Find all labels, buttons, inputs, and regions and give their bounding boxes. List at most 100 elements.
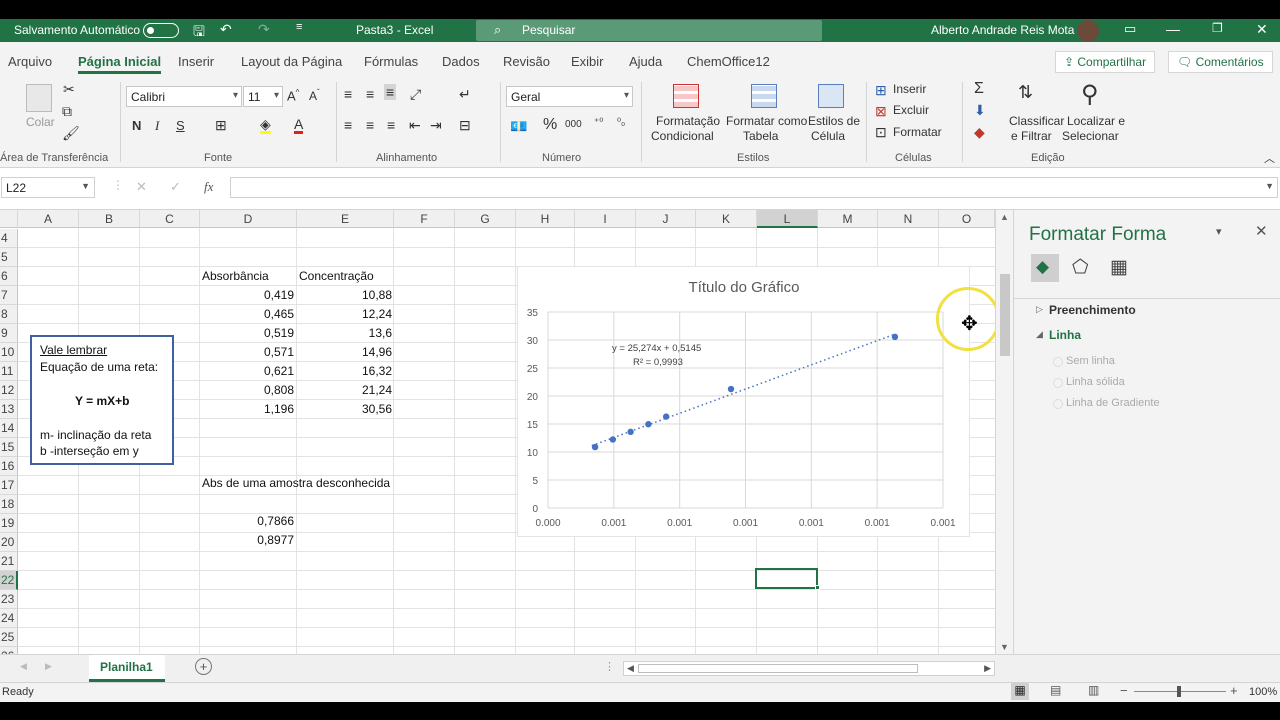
format-cells-button[interactable]: Formatar	[893, 125, 942, 139]
col-header[interactable]: B	[79, 210, 140, 228]
fill-icon[interactable]: ⬇	[974, 102, 986, 119]
option-solid-line[interactable]: Linha sólida	[1066, 376, 1125, 388]
scroll-thumb[interactable]	[1000, 274, 1010, 356]
row-header[interactable]: 12	[0, 381, 18, 400]
format-cells-icon[interactable]: ⊡	[875, 124, 887, 141]
font-color-icon[interactable]: A	[294, 117, 304, 134]
underline-button[interactable]: S	[176, 118, 185, 133]
page-layout-icon[interactable]: ▤	[1050, 683, 1061, 697]
sort-label-1[interactable]: Classificar	[1009, 114, 1064, 128]
cell-e6[interactable]: Concentração	[299, 267, 374, 286]
row-header[interactable]: 20	[0, 533, 18, 552]
row-header[interactable]: 22	[0, 571, 18, 590]
add-sheet-icon[interactable]: +	[195, 658, 212, 675]
font-name-select[interactable]: Calibri ▾	[126, 86, 242, 107]
align-left-icon[interactable]: ≡	[344, 117, 352, 133]
row-header[interactable]: 8	[0, 305, 18, 324]
size-properties-icon[interactable]: ▦	[1110, 256, 1128, 279]
row-header[interactable]: 17	[0, 476, 18, 495]
zoom-out-icon[interactable]: −	[1120, 683, 1128, 698]
conditional-formatting-icon[interactable]	[673, 84, 699, 108]
cell-absorbance[interactable]: 0,419	[200, 286, 294, 305]
decrease-indent-icon[interactable]: ⇤	[409, 117, 421, 134]
sort-filter-icon[interactable]: ⇅	[1018, 82, 1033, 103]
cell-d17[interactable]: Abs de uma amostra desconhecida	[202, 474, 390, 493]
orientation-icon[interactable]: ⤢	[410, 86, 421, 103]
increase-decimal-icon[interactable]: ⁺⁰	[594, 117, 603, 128]
tab-chemoffice[interactable]: ChemOffice12	[687, 54, 770, 69]
fill-section[interactable]: Preenchimento	[1049, 303, 1136, 317]
row-header[interactable]: 9	[0, 324, 18, 343]
format-painter-icon[interactable]: 🖌	[62, 125, 80, 142]
align-right-icon[interactable]: ≡	[387, 117, 395, 133]
cond-fmt-label-2[interactable]: Condicional	[651, 129, 714, 143]
zoom-slider-thumb[interactable]	[1177, 686, 1181, 697]
cell-absorbance[interactable]: 1,196	[200, 400, 294, 419]
customize-toolbar-icon[interactable]: ≡	[296, 21, 302, 33]
tab-exibir[interactable]: Exibir	[571, 54, 604, 69]
formula-input[interactable]	[230, 177, 1278, 198]
cell-absorbance[interactable]: 0,621	[200, 362, 294, 381]
chart-area[interactable]: Título do Gráfico 0 5 10 15 20 25 30 35 0.000 0.00…	[517, 266, 970, 537]
row-header[interactable]: 26	[0, 647, 18, 654]
cell-absorbance[interactable]: 0,519	[200, 324, 294, 343]
normal-view-icon[interactable]: ▦	[1011, 683, 1029, 700]
selected-cell[interactable]	[755, 568, 818, 589]
row-header[interactable]: 4	[0, 229, 18, 248]
insert-cells-icon[interactable]: ⊞	[875, 82, 887, 99]
row-header[interactable]: 21	[0, 552, 18, 571]
align-bottom-icon[interactable]: ≡	[384, 84, 397, 100]
cancel-icon[interactable]: ✕	[136, 179, 147, 195]
insert-function-icon[interactable]: fx	[204, 179, 213, 195]
grow-font-icon[interactable]: A^	[287, 88, 299, 103]
select-all-corner[interactable]	[0, 210, 18, 228]
align-center-icon[interactable]: ≡	[366, 117, 374, 133]
cell-concentration[interactable]: 12,24	[297, 305, 392, 324]
collapse-ribbon-icon[interactable]: ︿	[1264, 150, 1275, 166]
vertical-scrollbar[interactable]: ▲ ▼	[995, 210, 1013, 654]
tab-pagina-inicial[interactable]: Página Inicial	[78, 54, 162, 74]
row-header[interactable]: 25	[0, 628, 18, 647]
tab-inserir[interactable]: Inserir	[178, 54, 214, 69]
note-textbox[interactable]: Vale lembrar Equação de uma reta: Y = mX…	[30, 335, 174, 465]
find-label-2[interactable]: Selecionar	[1062, 129, 1119, 143]
line-section[interactable]: Linha	[1049, 328, 1081, 342]
comments-button[interactable]: 🗨 Comentários	[1168, 51, 1273, 73]
radio-gradient-line[interactable]	[1053, 399, 1063, 409]
copy-icon[interactable]: ⧉	[62, 103, 72, 120]
tab-dados[interactable]: Dados	[442, 54, 480, 69]
ribbon-display-icon[interactable]: ▭	[1124, 21, 1136, 37]
minimize-icon[interactable]: —	[1166, 21, 1180, 37]
next-sheet-icon[interactable]: ▶	[45, 661, 52, 672]
cell-styles-icon[interactable]	[818, 84, 844, 108]
horizontal-scrollbar[interactable]: ◀ ▶	[623, 661, 995, 676]
close-pane-icon[interactable]: ✕	[1255, 222, 1268, 240]
name-box[interactable]: L22 ▼	[1, 177, 95, 198]
cell-d6[interactable]: Absorbância	[202, 267, 269, 286]
cell-concentration[interactable]: 10,88	[297, 286, 392, 305]
row-header[interactable]: 7	[0, 286, 18, 305]
cell-unknown-abs[interactable]: 0,8977	[200, 531, 294, 550]
find-select-icon[interactable]: ⚲	[1081, 80, 1099, 109]
col-header[interactable]: N	[878, 210, 939, 228]
scroll-left-icon[interactable]: ◀	[627, 663, 634, 674]
avatar[interactable]	[1077, 20, 1099, 42]
pentagon-icon[interactable]: ⬠	[1072, 256, 1089, 279]
fmt-table-label-1[interactable]: Formatar como	[726, 114, 807, 128]
option-gradient-line[interactable]: Linha de Gradiente	[1066, 397, 1160, 409]
close-icon[interactable]: ✕	[1256, 21, 1268, 38]
splitter-icon[interactable]: ⋮	[604, 660, 615, 673]
autosave-toggle[interactable]	[143, 23, 179, 38]
share-button[interactable]: ⇪ Compartilhar	[1055, 51, 1156, 73]
delete-cells-button[interactable]: Excluir	[893, 103, 929, 117]
zoom-in-icon[interactable]: +	[1230, 683, 1238, 698]
search-box[interactable]: ⌕ Pesquisar	[476, 20, 822, 41]
tab-ajuda[interactable]: Ajuda	[629, 54, 662, 69]
cell-concentration[interactable]: 16,32	[297, 362, 392, 381]
tab-arquivo[interactable]: Arquivo	[8, 54, 52, 69]
tab-formulas[interactable]: Fórmulas	[364, 54, 418, 69]
autosum-icon[interactable]: Σ	[974, 80, 984, 98]
redo-icon[interactable]: ↷	[258, 21, 270, 38]
chevron-down-icon[interactable]: ▾	[1216, 225, 1222, 238]
restore-icon[interactable]: ❐	[1212, 21, 1223, 35]
